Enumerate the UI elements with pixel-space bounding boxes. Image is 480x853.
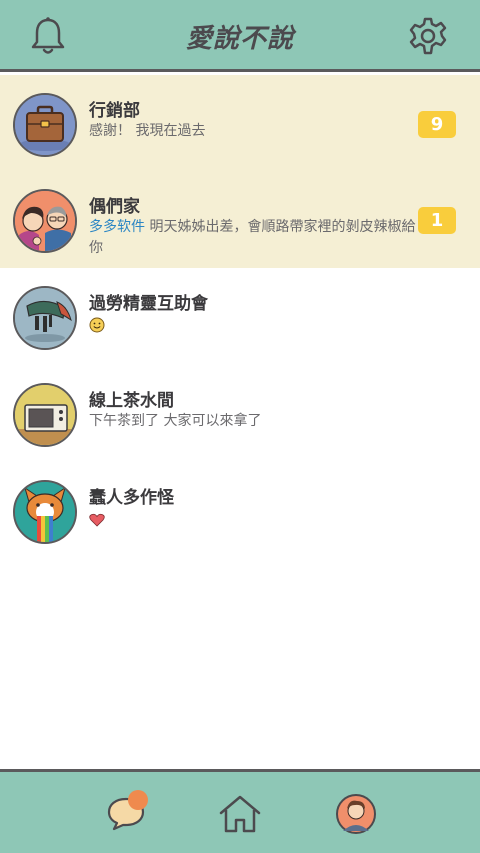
unread-badge: 9 [418,111,456,138]
chat-list: 行銷部 感謝！ 我現在過去 9 偶們家 多多软件 明天姊姊出差，會順路帶家裡的剝… [0,75,480,559]
corgi-rainbow-icon [15,482,75,542]
heart-icon [89,513,105,527]
avatar [13,383,77,447]
profile-avatar-icon [336,794,376,834]
chat-last-message [89,508,419,534]
settings-button[interactable] [406,14,450,58]
top-app-bar: 愛說不說 [0,0,480,72]
briefcase-icon [15,95,75,155]
bottom-nav [0,769,480,853]
microwave-icon [15,385,75,445]
chat-item-tea-room[interactable]: 線上茶水間 下午茶到了 大家可以來拿了 [0,365,480,462]
chat-name: 行銷部 [89,101,140,121]
smiley-icon [89,317,105,333]
chat-name: 偶們家 [89,197,140,217]
unread-badge: 1 [418,207,456,234]
avatar [13,286,77,350]
chat-item-marketing[interactable]: 行銷部 感謝！ 我現在過去 9 [0,75,480,171]
tired-elf-icon [15,288,75,348]
avatar [13,480,77,544]
chat-name: 過勞精靈互助會 [89,294,208,314]
chat-name: 線上茶水間 [89,391,174,411]
avatar [13,189,77,253]
chat-last-message [89,314,419,340]
home-icon [219,795,261,833]
profile-tab[interactable] [332,790,380,838]
gear-icon [409,17,447,55]
home-tab[interactable] [216,790,264,838]
chat-name: 蠢人多作怪 [89,488,174,508]
chat-item-silly-people[interactable]: 蠢人多作怪 [0,462,480,559]
notification-dot [128,790,148,810]
family-couple-icon [15,191,75,251]
chat-last-message: 下午茶到了 大家可以來拿了 [89,413,262,429]
chat-last-message: 感謝！ 我現在過去 [89,123,206,139]
chat-item-burnout-elves[interactable]: 過勞精靈互助會 [0,268,480,365]
avatar [13,93,77,157]
chat-last-message: 多多软件 明天姊姊出差，會順路帶家裡的剝皮辣椒給你 [89,217,419,259]
chat-item-family[interactable]: 偶們家 多多软件 明天姊姊出差，會順路帶家裡的剝皮辣椒給你 1 [0,171,480,268]
message-sender: 多多软件 [89,219,145,235]
